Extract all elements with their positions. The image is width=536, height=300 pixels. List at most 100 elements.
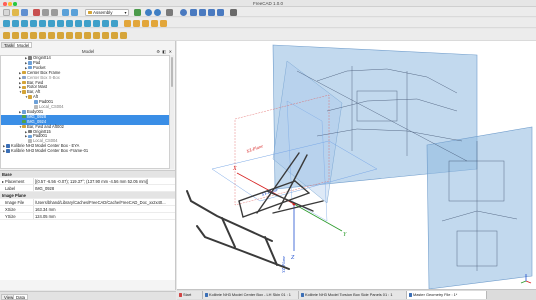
3d-scene[interactable]: X Y Z XZ-Plane XY-Plane YZ-Plane xyxy=(177,41,536,289)
xz-plane-label: XZ-Plane xyxy=(245,143,264,154)
zoom-fit-icon[interactable] xyxy=(145,8,152,16)
property-row-label[interactable]: Label IMG_0928 xyxy=(0,185,175,192)
new-assembly-icon[interactable] xyxy=(124,19,131,27)
3d-viewport[interactable]: X Y Z XZ-Plane XY-Plane YZ-Plane xyxy=(177,41,536,289)
column-divider xyxy=(33,199,34,205)
joint-revolute-icon[interactable] xyxy=(12,31,19,39)
ground-icon[interactable] xyxy=(120,31,127,39)
std-views-icon[interactable] xyxy=(180,8,187,16)
new-file-icon[interactable] xyxy=(3,8,10,16)
copy-icon[interactable] xyxy=(42,8,49,16)
column-divider xyxy=(33,185,34,191)
paste-icon[interactable] xyxy=(51,8,58,16)
workbench-label: Assembly xyxy=(93,9,113,15)
macro-record-icon[interactable] xyxy=(134,8,141,16)
cut-icon[interactable] xyxy=(33,8,40,16)
property-group-image-plane[interactable]: Image Plane xyxy=(0,192,175,199)
axis-cross-icon xyxy=(520,274,532,284)
link-group-icon[interactable] xyxy=(93,19,100,27)
solve-assembly-icon[interactable] xyxy=(142,19,149,27)
view-top-icon[interactable] xyxy=(208,8,215,16)
property-row-image-file[interactable]: Image File/Users/bhand/Library/Caches/Fr… xyxy=(0,199,175,206)
part-icon[interactable] xyxy=(3,19,10,27)
tab-torsion-box[interactable]: Kolibrie NH3 Model Torsion Box Side Pane… xyxy=(299,291,407,299)
model-tree[interactable]: ▶ Origin014 ▶ Pad ▶ Pocket ▶ Center Box Fram… xyxy=(0,55,170,169)
link-parent-icon[interactable] xyxy=(111,19,118,27)
view-iso-icon[interactable] xyxy=(190,8,197,16)
body-icon xyxy=(28,95,32,99)
assembly-icon xyxy=(88,10,92,14)
link-select-icon[interactable] xyxy=(57,19,64,27)
document-icon xyxy=(6,149,10,153)
tab-start[interactable]: Start xyxy=(177,291,203,299)
joint-parallel-icon[interactable] xyxy=(57,31,64,39)
link-goto-icon[interactable] xyxy=(66,19,73,27)
tab-lh-skin[interactable]: Kolibrie NH3 Model Center Box - LH Skin … xyxy=(203,291,299,299)
zoom-selection-icon[interactable] xyxy=(154,8,161,16)
document-icon xyxy=(204,293,208,297)
link-import-icon[interactable] xyxy=(48,19,55,27)
property-row-placement[interactable]: ▸ Placement [(0.57 -6.56 -0.07); 119.37°; … xyxy=(0,178,175,185)
joint-gears-icon[interactable] xyxy=(102,31,109,39)
chevron-right-icon[interactable]: ▸ xyxy=(2,178,4,184)
measure-icon[interactable] xyxy=(230,8,237,16)
joint-cylindrical-icon[interactable] xyxy=(21,31,28,39)
z-axis-label: Z xyxy=(291,255,295,261)
explode-icon[interactable] xyxy=(160,19,167,27)
toolbar-row-3 xyxy=(0,29,536,41)
joint-fixed-icon[interactable] xyxy=(3,31,10,39)
joint-screw-icon[interactable] xyxy=(93,31,100,39)
redo-icon[interactable] xyxy=(71,8,78,16)
landing-skids[interactable] xyxy=(186,190,290,270)
view-right-icon[interactable] xyxy=(217,8,224,16)
draw-style-icon[interactable] xyxy=(166,8,173,16)
group-icon[interactable] xyxy=(12,19,19,27)
workbench-selector[interactable]: Assembly ▾ xyxy=(85,8,129,16)
minimize-window-button[interactable] xyxy=(8,2,12,6)
property-row-xsize[interactable]: XSize 163.34 mm xyxy=(0,206,175,213)
link-sub-icon[interactable] xyxy=(30,19,37,27)
undo-icon[interactable] xyxy=(62,8,69,16)
open-file-icon[interactable] xyxy=(12,8,19,16)
document-tabs: Start Kolibrie NH3 Model Center Box - LH… xyxy=(177,289,536,300)
body-icon xyxy=(22,110,26,114)
link-make-icon[interactable] xyxy=(84,19,91,27)
insert-component-icon[interactable] xyxy=(133,19,140,27)
image-plane-icon xyxy=(22,119,26,124)
joint-distance-icon[interactable] xyxy=(48,31,55,39)
tree-item[interactable]: ▶ Kolibrie NH3 Model Center Box -Frame-01 xyxy=(1,148,169,154)
bom-icon[interactable] xyxy=(151,19,158,27)
tab-data[interactable]: Data xyxy=(13,293,29,300)
joint-perpendicular-icon[interactable] xyxy=(66,31,73,39)
combo-view-panel: Tasks Model Model ✕ ◧ ⚙ ▶ Origin014 ▶ Pad … xyxy=(0,41,176,290)
link-array-icon[interactable] xyxy=(102,19,109,27)
chevron-down-icon: ▾ xyxy=(124,9,127,15)
y-axis-label: Y xyxy=(343,232,347,238)
property-row-ysize[interactable]: YSize 124.05 mm xyxy=(0,213,175,220)
joint-belt-icon[interactable] xyxy=(111,31,118,39)
tab-master-geometry[interactable]: Master Geometry File : 1* xyxy=(407,291,487,299)
close-window-button[interactable] xyxy=(3,2,7,6)
pad-icon xyxy=(34,100,38,104)
image-plane-icon xyxy=(22,114,26,119)
link-icon xyxy=(22,80,26,85)
tree-scrollbar-thumb[interactable] xyxy=(170,57,174,87)
image-plane-front-view[interactable] xyxy=(426,126,533,289)
property-group-base[interactable]: Base xyxy=(0,171,175,178)
tab-model[interactable]: Model xyxy=(14,42,33,48)
link-unlink-icon[interactable] xyxy=(75,19,82,27)
link-icon xyxy=(22,85,26,90)
joint-slider-icon[interactable] xyxy=(30,31,37,39)
column-divider xyxy=(33,206,34,212)
link-icon[interactable] xyxy=(21,19,28,27)
zoom-window-button[interactable] xyxy=(13,2,17,6)
joint-rack-pinion-icon[interactable] xyxy=(84,31,91,39)
view-front-icon[interactable] xyxy=(199,8,206,16)
y-axis xyxy=(293,203,343,232)
joint-ball-icon[interactable] xyxy=(39,31,46,39)
tree-scrollbar[interactable] xyxy=(170,55,174,169)
link-replace-icon[interactable] xyxy=(39,19,46,27)
save-icon[interactable] xyxy=(21,8,28,16)
start-page-icon xyxy=(178,293,182,297)
joint-angle-icon[interactable] xyxy=(75,31,82,39)
